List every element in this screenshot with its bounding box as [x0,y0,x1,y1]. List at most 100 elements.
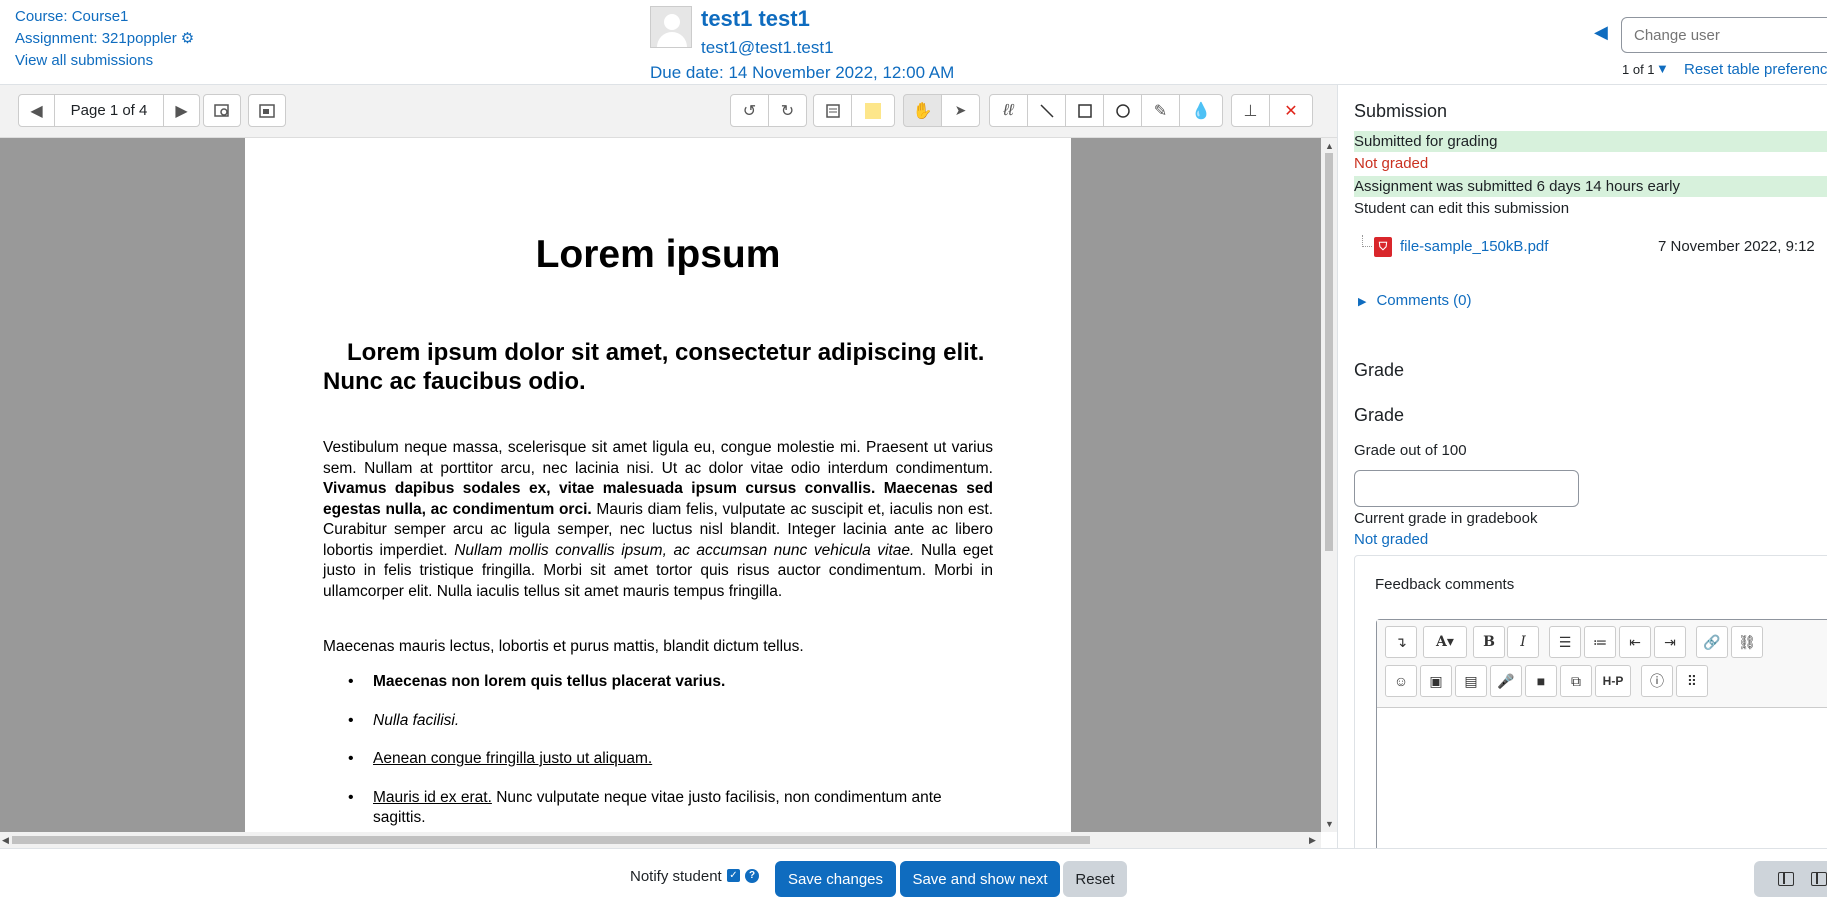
file-date: 7 November 2022, 9:12 [1658,238,1815,255]
scroll-up-icon[interactable]: ▲ [1325,141,1334,151]
file-link[interactable]: file-sample_150kB.pdf [1400,238,1548,255]
assignment-link[interactable]: Assignment: 321poppler [15,30,177,47]
course-link[interactable]: Course: Course1 [15,8,128,25]
grade-input[interactable] [1354,470,1579,507]
horizontal-scroll-thumb[interactable] [12,836,1090,844]
grader-header: Course: Course1 Assignment: 321poppler ⚙ … [0,0,1827,85]
comment-search-button[interactable] [813,94,852,127]
cursor-icon: ➤ [954,102,967,118]
indent-button[interactable]: ⇥ [1654,626,1686,658]
rectangle-tool-button[interactable] [1065,94,1104,127]
bold-button[interactable]: B [1473,626,1505,658]
user-name-link[interactable]: test1 test1 [701,6,810,32]
toggle-toolbar-button[interactable]: ↴ [1385,626,1417,658]
expand-button[interactable] [248,94,286,127]
highlighter-icon: ✎ [1153,102,1168,120]
filter-icon[interactable]: ▼ [1656,61,1669,76]
grading-status: Not graded [1354,155,1429,172]
rotate-left-icon: ↺ [742,102,757,120]
rotate-right-button[interactable]: ↻ [768,94,807,127]
vertical-scroll-thumb[interactable] [1325,153,1333,551]
submission-status: Submitted for grading [1354,131,1827,152]
pen-tool-button[interactable]: ℓℓ [989,94,1028,127]
manage-files-button[interactable]: ⧉ [1560,665,1592,697]
reset-table-preferences-link[interactable]: Reset table preferences [1684,61,1827,78]
accessibility-icon: ⓘ [1650,673,1664,689]
scroll-right-icon[interactable]: ▶ [1309,835,1316,846]
notify-student-checkbox[interactable]: ✓ [727,869,740,882]
scroll-left-icon[interactable]: ◀ [2,835,9,846]
ordered-list-button[interactable]: ≔ [1584,626,1616,658]
previous-user-icon[interactable]: ◀ [1594,22,1608,43]
list-item: Aenean congue fringilla justo ut aliquam… [323,749,993,770]
para-text-1: Vestibulum neque massa, scelerisque sit … [323,439,993,477]
record-audio-button[interactable]: 🎤 [1490,665,1522,697]
document-subtitle: Lorem ipsum dolor sit amet, consectetur … [323,339,985,395]
grade-subheading: Grade [1354,405,1405,425]
pdf-page[interactable]: Lorem ipsum Lorem ipsum dolor sit amet, … [245,138,1071,832]
link-button[interactable]: 🔗 [1696,626,1728,658]
screenreader-helper-button[interactable]: ⠿ [1676,665,1708,697]
vertical-scrollbar[interactable]: ▲ ▼ [1321,138,1337,832]
collapse-review-panel-icon[interactable] [1778,872,1794,886]
pdf-viewer[interactable]: Lorem ipsum Lorem ipsum dolor sit amet, … [0,138,1337,832]
document-paragraph: Vestibulum neque massa, scelerisque sit … [323,438,993,602]
view-all-submissions-link[interactable]: View all submissions [15,52,153,69]
outdent-icon: ⇤ [1629,633,1641,650]
image-icon: ▣ [1429,672,1443,689]
select-tool-button[interactable]: ➤ [941,94,980,127]
line-tool-button[interactable] [1027,94,1066,127]
stamp-tool-button[interactable]: ⊥ [1231,94,1270,127]
accessibility-checker-button[interactable]: ⓘ [1641,665,1673,697]
smiley-icon: ☺ [1393,673,1409,689]
rotate-left-button[interactable]: ↺ [730,94,769,127]
list-item: Mauris id ex erat. Nunc vulputate neque … [323,788,993,829]
change-user-input[interactable] [1621,17,1827,53]
annotation-color-button[interactable]: 💧 [1179,94,1223,127]
emoji-button[interactable]: ☺ [1385,665,1417,697]
notify-student-label: Notify student [630,868,722,885]
unlink-button[interactable]: ⛓ [1731,626,1763,658]
help-icon[interactable]: ? [745,869,759,883]
image-button[interactable]: ▣ [1420,665,1452,697]
save-and-show-next-button[interactable]: Save and show next [900,861,1060,897]
search-comments-icon [214,103,229,117]
scroll-down-icon[interactable]: ▼ [1325,819,1334,829]
pan-tool-button[interactable]: ✋ [903,94,942,127]
grade-out-of-label: Grade out of 100 [1354,442,1467,459]
font-style-button[interactable]: A▾ [1423,626,1467,658]
file-media-icon: ▤ [1464,672,1478,689]
editor-toolbar: ↴ A▾ B I ☰ ≔ ⇤ ⇥ 🔗 ⛓ ☺ ▣ ▤ 🎤 ■ ⧉ H-P ⓘ ⠿ [1377,620,1827,708]
rectangle-icon [1077,103,1092,118]
outdent-button[interactable]: ⇤ [1619,626,1651,658]
unordered-list-button[interactable]: ☰ [1549,626,1581,658]
oval-tool-button[interactable] [1103,94,1142,127]
record-video-button[interactable]: ■ [1525,665,1557,697]
link-icon: 🔗 [1703,633,1721,650]
feedback-comments-section: Feedback comments ↴ A▾ B I ☰ ≔ ⇤ ⇥ 🔗 ⛓ ☺… [1354,555,1827,848]
unlink-icon: ⛓ [1738,633,1756,650]
media-button[interactable]: ▤ [1455,665,1487,697]
collapse-grade-panel-icon[interactable] [1811,872,1827,886]
feedback-editor[interactable]: ↴ A▾ B I ☰ ≔ ⇤ ⇥ 🔗 ⛓ ☺ ▣ ▤ 🎤 ■ ⧉ H-P ⓘ ⠿ [1376,619,1827,848]
search-comments-button[interactable] [203,94,241,127]
stamp-picker-button[interactable]: ✕ [1269,94,1313,127]
comment-color-button[interactable] [851,94,895,127]
current-grade-link[interactable]: Not graded [1354,531,1428,548]
braille-icon: ⠿ [1686,672,1698,689]
highlight-tool-button[interactable]: ✎ [1141,94,1180,127]
save-changes-button[interactable]: Save changes [775,861,896,897]
gear-icon[interactable]: ⚙ [181,28,194,50]
next-page-button[interactable]: ▶ [163,94,200,127]
reset-button[interactable]: Reset [1063,861,1127,897]
list-item: Nulla facilisi. [323,711,993,732]
layout-toggle[interactable] [1754,861,1827,897]
italic-button[interactable]: I [1507,626,1539,658]
horizontal-scrollbar[interactable]: ◀ ▶ [0,832,1321,848]
page-select[interactable]: Page 1 of 4 [54,94,164,127]
line-icon [1039,103,1054,118]
pen-icon: ℓℓ [1003,101,1014,119]
comments-toggle[interactable]: ▶ Comments (0) [1358,292,1472,309]
h5p-button[interactable]: H-P [1595,665,1631,697]
prev-page-button[interactable]: ◀ [18,94,55,127]
